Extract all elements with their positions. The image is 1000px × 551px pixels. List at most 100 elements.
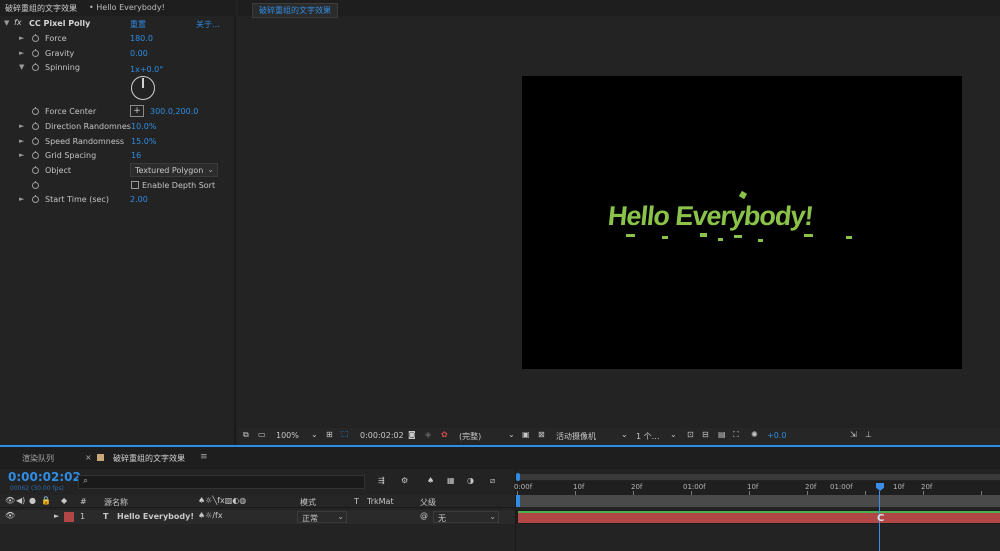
mask-visibility-icon[interactable]: ⬚ [341, 429, 349, 438]
fast-previews-icon[interactable]: ⊟ [702, 430, 709, 439]
expand-triangle-icon[interactable]: ► [19, 137, 24, 145]
exposure-value[interactable]: +0.0 [767, 431, 786, 440]
stopwatch-icon[interactable] [32, 34, 39, 42]
panel-menu-icon[interactable]: ≡ [200, 452, 208, 462]
collapse-triangle-icon[interactable]: ▼ [19, 63, 24, 71]
comp-mini-flowchart-icon[interactable]: ⇶ [378, 476, 385, 485]
property-value[interactable]: 15.0% [131, 137, 156, 146]
toggle-pixel-aspect-icon[interactable]: ⊡ [687, 430, 694, 439]
layer-label-color[interactable] [64, 512, 74, 522]
chevron-down-icon[interactable]: ⌄ [508, 430, 515, 439]
current-timecode[interactable]: 0:00:02:02 [8, 470, 81, 484]
property-force[interactable]: ► Force 180.0 [0, 31, 225, 46]
header-mode[interactable]: 模式 [300, 497, 316, 508]
property-force-center[interactable]: Force Center + 300.0,200.0 [0, 104, 225, 119]
property-direction-randomness[interactable]: ► Direction Randomnes 10.0% [0, 119, 225, 134]
layer-duration-bar[interactable] [518, 511, 1000, 523]
safe-margins-icon[interactable]: ⊞ [326, 430, 333, 439]
header-source-name[interactable]: 源名称 [104, 497, 128, 508]
collapse-triangle-icon[interactable]: ▼ [4, 19, 9, 27]
lock-icon[interactable]: 🔒 [41, 496, 51, 505]
property-spinning[interactable]: ▼ Spinning 1x+0.0° [0, 60, 225, 75]
expand-triangle-icon[interactable]: ► [19, 151, 24, 159]
camera-dropdown[interactable]: 活动摄像机 [556, 431, 596, 442]
comp-tab[interactable]: 破碎重组的文字效果 [252, 3, 338, 18]
chevron-down-icon[interactable]: ⌄ [621, 430, 628, 439]
property-value[interactable]: 16 [131, 151, 141, 160]
draft-3d-icon[interactable]: ⚙ [401, 476, 408, 485]
property-value[interactable]: 0.00 [130, 49, 148, 58]
object-dropdown[interactable]: Textured Polygon ⌄ [130, 162, 218, 177]
expand-triangle-icon[interactable]: ► [19, 122, 24, 130]
timeline-icon[interactable]: ▤ [718, 430, 726, 439]
time-graph[interactable] [515, 469, 1000, 551]
comp-canvas[interactable]: Hello Everybody! [522, 76, 962, 369]
monitor-icon[interactable]: ▭ [258, 430, 266, 439]
exposure-reset-icon[interactable]: ✺ [751, 430, 758, 439]
property-grid-spacing[interactable]: ► Grid Spacing 16 [0, 148, 225, 163]
layer-switches[interactable]: ♠☼/fx [198, 511, 223, 520]
navigator-bar[interactable] [516, 474, 1000, 480]
stopwatch-icon[interactable] [32, 165, 39, 174]
crosshair-icon[interactable]: + [130, 105, 144, 117]
expand-triangle-icon[interactable]: ► [19, 195, 24, 203]
stopwatch-icon[interactable] [32, 151, 39, 159]
expand-triangle-icon[interactable]: ► [19, 49, 24, 57]
current-time[interactable]: 0:00:02:02 [360, 431, 404, 440]
stopwatch-icon[interactable] [32, 195, 39, 203]
shy-layers-icon[interactable]: ♠ [427, 476, 434, 485]
expand-triangle-icon[interactable]: ► [54, 512, 59, 520]
expand-triangle-icon[interactable]: ► [19, 34, 24, 42]
close-icon[interactable]: × [85, 453, 92, 462]
about-link[interactable]: 关于… [196, 19, 220, 30]
stopwatch-icon[interactable] [32, 180, 39, 189]
effect-header-row[interactable]: ▼ fx CC Pixel Polly 重置 关于… [0, 16, 225, 31]
chevron-down-icon[interactable]: ⌄ [670, 430, 677, 439]
resolution-dropdown[interactable]: (完整) [459, 431, 481, 442]
property-enable-depth-sort[interactable]: Enable Depth Sort [0, 178, 225, 193]
property-value[interactable]: 10.0% [131, 122, 156, 131]
property-value[interactable]: 300.0,200.0 [150, 107, 198, 116]
work-area-bar[interactable] [516, 495, 1000, 507]
tab-render-queue[interactable]: 渲染队列 [22, 453, 54, 464]
audio-icon[interactable]: ◀) [16, 496, 25, 505]
layer-name[interactable]: Hello Everybody! [117, 512, 194, 521]
property-gravity[interactable]: ► Gravity 0.00 [0, 46, 225, 61]
mode-dropdown[interactable]: 正常 ⌄ [297, 511, 347, 523]
fx-icon[interactable]: fx [14, 18, 22, 27]
flowchart-icon[interactable]: ⛶ [733, 430, 739, 440]
property-value[interactable]: 1x+0.0° [130, 65, 163, 74]
show-snapshot-icon[interactable]: ◈ [425, 430, 431, 439]
transparency-grid-icon[interactable]: ⊠ [538, 430, 545, 439]
stopwatch-icon[interactable] [32, 63, 39, 71]
parent-dropdown[interactable]: 无 ⌄ [433, 511, 499, 523]
expand-icon[interactable]: ⇲ [850, 430, 857, 439]
label-icon[interactable]: ◆ [61, 496, 67, 505]
graph-icon[interactable]: ⊥ [865, 430, 872, 439]
layer-row[interactable]: 👁 ► 1 T Hello Everybody! ♠☼/fx 正常 ⌄ @ 无 … [0, 510, 515, 524]
region-of-interest-icon[interactable]: ▣ [522, 430, 530, 439]
header-trkmat[interactable]: TrkMat [367, 497, 394, 506]
tab-comp[interactable]: 破碎重组的文字效果 [113, 453, 185, 464]
reset-link[interactable]: 重置 [130, 19, 146, 30]
property-value[interactable]: 2.00 [130, 195, 148, 204]
stopwatch-icon[interactable] [32, 136, 39, 145]
stopwatch-icon[interactable] [32, 107, 39, 115]
stopwatch-icon[interactable] [32, 48, 39, 57]
zoom-dropdown[interactable]: 100% [276, 431, 299, 440]
color-channels-icon[interactable]: ✿ [441, 430, 448, 439]
depth-sort-checkbox[interactable] [131, 180, 139, 189]
property-speed-randomness[interactable]: ► Speed Randomness 15.0% [0, 134, 225, 149]
motion-blur-icon[interactable]: ◑ [467, 476, 474, 485]
graph-editor-icon[interactable]: ⧄ [490, 476, 495, 486]
stopwatch-icon[interactable] [32, 122, 39, 130]
eye-icon[interactable]: 👁 [5, 496, 15, 505]
work-area-start[interactable] [516, 495, 520, 507]
search-input[interactable]: ⌕ [78, 475, 365, 489]
solo-icon[interactable]: ● [29, 496, 36, 505]
header-parent[interactable]: 父级 [420, 497, 436, 508]
chevron-down-icon[interactable]: ⌄ [311, 430, 318, 439]
frame-blending-icon[interactable]: ▦ [447, 476, 455, 485]
navigator-start-handle[interactable] [516, 473, 520, 481]
pickwhip-icon[interactable]: @ [420, 511, 428, 520]
